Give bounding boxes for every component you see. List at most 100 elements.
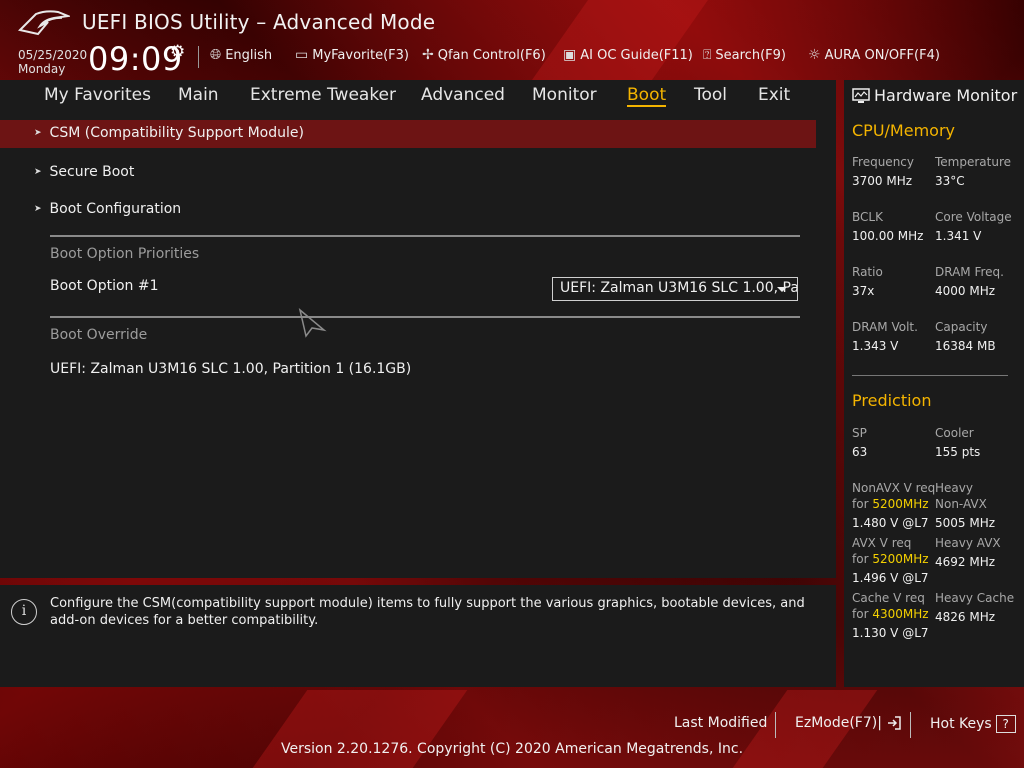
globe-icon: 🌐︎ bbox=[210, 47, 222, 63]
myfavorite-label: MyFavorite(F3) bbox=[312, 47, 409, 63]
help-text: Configure the CSM(compatibility support … bbox=[50, 596, 805, 628]
qfan-label: Qfan Control(F6) bbox=[437, 47, 546, 63]
search-label: Search(F9) bbox=[715, 47, 786, 63]
qfan-control-button[interactable]: ✢ Qfan Control(F6) bbox=[422, 47, 546, 63]
dram-freq-label: DRAM Freq. bbox=[935, 265, 1004, 279]
nonavx-vreq-label: NonAVX V req for 5200MHz bbox=[852, 480, 935, 512]
mouse-cursor-icon bbox=[298, 308, 327, 338]
boot-option-1-value: UEFI: Zalman U3M16 SLC 1.00, Partition 1… bbox=[560, 280, 798, 296]
ezmode-label: EzMode(F7)| bbox=[795, 715, 882, 731]
nonavx-freq: 5200MHz bbox=[872, 497, 929, 511]
gear-icon[interactable]: ⚙ bbox=[170, 42, 185, 62]
core-voltage-value: 1.341 V bbox=[935, 229, 982, 243]
aura-icon: ☼ bbox=[808, 47, 821, 63]
dram-volt-label: DRAM Volt. bbox=[852, 320, 918, 334]
date-display: 05/25/2020 Monday bbox=[18, 48, 87, 76]
cooler-label: Cooler bbox=[935, 426, 974, 440]
cooler-value: 155 pts bbox=[935, 445, 981, 459]
dram-freq-value: 4000 MHz bbox=[935, 284, 996, 298]
cache-vreq-label: Cache V req for 4300MHz bbox=[852, 590, 929, 622]
nonavx-vreq-value: 1.480 V @L7 bbox=[852, 516, 929, 530]
capacity-label: Capacity bbox=[935, 320, 988, 334]
help-panel: i Configure the CSM(compatibility suppor… bbox=[0, 585, 836, 687]
hardware-monitor-title: Hardware Monitor bbox=[852, 86, 1017, 105]
divider bbox=[198, 46, 199, 68]
myfavorite-button[interactable]: ▭ MyFavorite(F3) bbox=[295, 47, 409, 63]
chevron-down-icon bbox=[777, 287, 787, 292]
day-text: Monday bbox=[18, 62, 66, 76]
search-button[interactable]: ⍰ Search(F9) bbox=[703, 47, 786, 63]
aura-label: AURA ON/OFF(F4) bbox=[824, 47, 940, 63]
hot-keys-button[interactable]: Hot Keys ? bbox=[930, 715, 1016, 733]
avx-for-text: for bbox=[852, 552, 869, 566]
boot-option-1-select[interactable]: UEFI: Zalman U3M16 SLC 1.00, Partition 1… bbox=[552, 277, 798, 301]
avx-vreq-label: AVX V req for 5200MHz bbox=[852, 535, 929, 567]
ratio-label: Ratio bbox=[852, 265, 883, 279]
tab-tool[interactable]: Tool bbox=[694, 85, 727, 105]
last-modified-label: Last Modified bbox=[674, 715, 768, 731]
heavy-avx-value: 4692 MHz bbox=[935, 555, 996, 569]
time-display: 09:09 bbox=[88, 40, 183, 78]
tab-advanced[interactable]: Advanced bbox=[421, 85, 505, 105]
submenu-arrow-icon: ➤ bbox=[34, 204, 42, 214]
secure-boot-submenu[interactable]: ➤ Secure Boot bbox=[34, 164, 134, 180]
nonavx-for-text: for bbox=[852, 497, 869, 511]
divider bbox=[910, 712, 911, 738]
main-menu-bar: My Favorites Main Extreme Tweaker Advanc… bbox=[0, 80, 836, 112]
ezmode-button[interactable]: EzMode(F7)| bbox=[795, 715, 902, 731]
info-icon: i bbox=[11, 599, 37, 625]
ai-oc-guide-label: AI OC Guide(F11) bbox=[580, 47, 693, 63]
csm-submenu[interactable]: ➤ CSM (Compatibility Support Module) bbox=[34, 125, 304, 141]
language-button[interactable]: 🌐︎ English bbox=[210, 47, 272, 63]
prediction-heading: Prediction bbox=[852, 391, 932, 410]
last-modified-button[interactable]: Last Modified bbox=[674, 715, 767, 731]
tab-exit[interactable]: Exit bbox=[758, 85, 790, 105]
cache-vreq-for: for 4300MHz bbox=[852, 606, 929, 622]
cache-for-text: for bbox=[852, 607, 869, 621]
frequency-value: 3700 MHz bbox=[852, 174, 913, 188]
ratio-value: 37x bbox=[852, 284, 875, 298]
tab-my-favorites[interactable]: My Favorites bbox=[44, 85, 151, 105]
monitor-icon bbox=[852, 87, 870, 103]
submenu-arrow-icon: ➤ bbox=[34, 167, 42, 177]
fan-icon: ✢ bbox=[422, 47, 434, 63]
boot-override-item[interactable]: UEFI: Zalman U3M16 SLC 1.00, Partition 1… bbox=[50, 361, 411, 377]
tab-main[interactable]: Main bbox=[178, 85, 219, 105]
aura-button[interactable]: ☼ AURA ON/OFF(F4) bbox=[808, 47, 940, 63]
boot-override-heading: Boot Override bbox=[50, 327, 148, 343]
heavy-nonavx-value: 5005 MHz bbox=[935, 516, 996, 530]
tab-extreme-tweaker[interactable]: Extreme Tweaker bbox=[250, 85, 396, 105]
heavy-cache-label: Heavy Cache bbox=[935, 591, 1015, 605]
heavy-cache-value: 4826 MHz bbox=[935, 610, 996, 624]
frequency-label: Frequency bbox=[852, 155, 914, 169]
tab-monitor[interactable]: Monitor bbox=[532, 85, 597, 105]
temperature-value: 33°C bbox=[935, 174, 965, 188]
sp-label: SP bbox=[852, 426, 867, 440]
secure-boot-label: Secure Boot bbox=[49, 164, 135, 180]
ai-oc-guide-button[interactable]: ▣ AI OC Guide(F11) bbox=[563, 47, 693, 63]
cache-freq: 4300MHz bbox=[872, 607, 929, 621]
search-icon: ⍰ bbox=[703, 47, 712, 63]
submenu-arrow-icon: ➤ bbox=[34, 128, 42, 138]
cache-vreq-value: 1.130 V @L7 bbox=[852, 626, 929, 640]
rog-logo-icon bbox=[18, 10, 70, 36]
core-voltage-label: Core Voltage bbox=[935, 210, 1012, 224]
temperature-label: Temperature bbox=[935, 155, 1012, 169]
heavy-avx-label: Heavy AVX bbox=[935, 536, 1001, 550]
boot-configuration-submenu[interactable]: ➤ Boot Configuration bbox=[34, 201, 181, 217]
header-bar: UEFI BIOS Utility – Advanced Mode 05/25/… bbox=[0, 0, 1024, 80]
capacity-value: 16384 MB bbox=[935, 339, 996, 353]
avx-vreq-title: AVX V req bbox=[852, 536, 912, 550]
divider bbox=[852, 375, 1008, 376]
divider bbox=[50, 235, 800, 237]
app-title: UEFI BIOS Utility – Advanced Mode bbox=[82, 10, 436, 34]
bclk-value: 100.00 MHz bbox=[852, 229, 924, 243]
tab-boot[interactable]: Boot bbox=[627, 85, 667, 107]
avx-vreq-value: 1.496 V @L7 bbox=[852, 571, 929, 585]
hardware-monitor-label: Hardware Monitor bbox=[874, 86, 1018, 105]
cpu-memory-heading: CPU/Memory bbox=[852, 121, 955, 140]
date-text: 05/25/2020 bbox=[18, 48, 88, 62]
chip-icon: ▣ bbox=[563, 47, 577, 63]
language-label: English bbox=[225, 47, 273, 63]
sp-value: 63 bbox=[852, 445, 868, 459]
